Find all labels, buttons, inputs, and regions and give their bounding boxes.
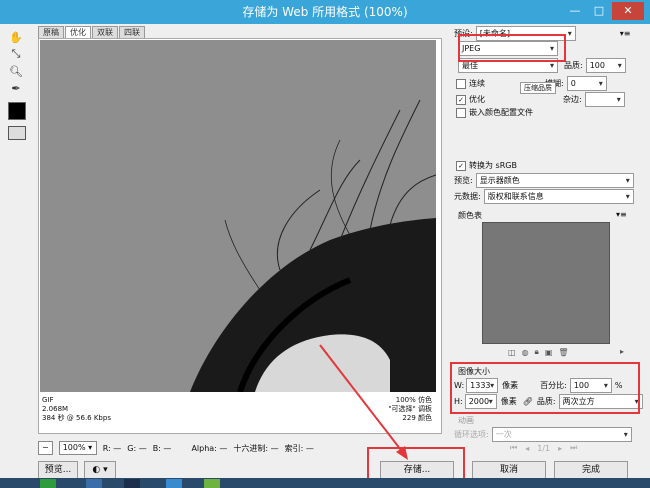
bottom-bar: 预览... ◐ ▾ 存储... 取消 完成: [38, 461, 638, 479]
taskbar-app-icon[interactable]: [166, 479, 182, 488]
save-button[interactable]: 存储...: [380, 461, 454, 479]
taskbar-app-icon[interactable]: [86, 479, 102, 488]
save-for-web-window: 存储为 Web 所用格式 (100%) — □ ✕ ✋ ⤡ 🔍︎ ✒ 原稿 优化…: [0, 0, 650, 488]
browser-select-button[interactable]: ◐ ▾: [84, 461, 116, 479]
taskbar-app-icon[interactable]: [40, 479, 56, 488]
annotation-arrow: [319, 344, 408, 460]
taskbar: [0, 478, 650, 488]
taskbar-app-icon[interactable]: [204, 479, 220, 488]
preview-button[interactable]: 预览...: [38, 461, 78, 479]
taskbar-photoshop-icon[interactable]: [124, 479, 140, 488]
done-button[interactable]: 完成: [554, 461, 628, 479]
cancel-button[interactable]: 取消: [472, 461, 546, 479]
